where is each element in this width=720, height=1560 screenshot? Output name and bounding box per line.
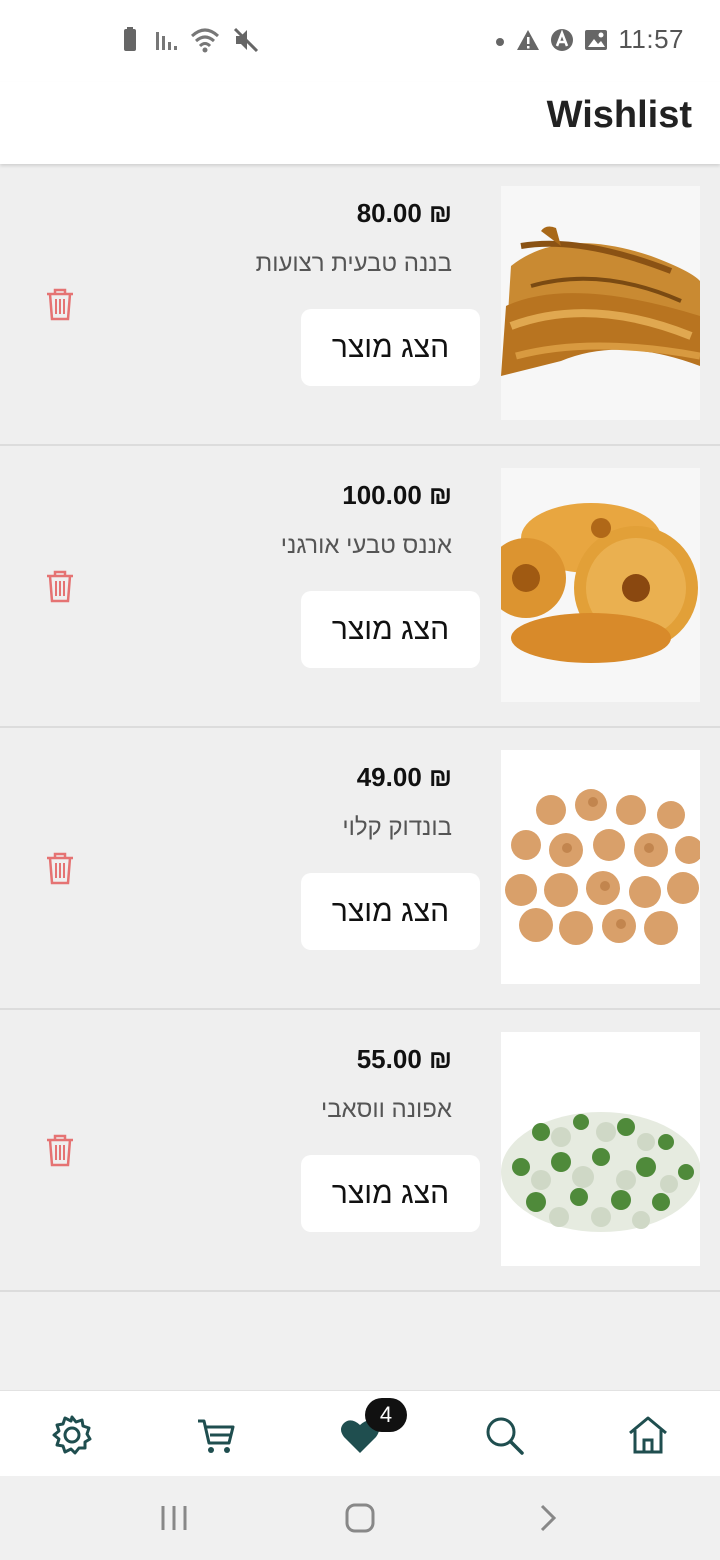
trash-icon[interactable] <box>44 286 76 322</box>
wishlist-item: ₪ 55.00 אפונה ווסאבי הצג מוצר <box>0 1010 720 1292</box>
trash-icon[interactable] <box>44 1132 76 1168</box>
status-time: 11:57 <box>618 24 684 54</box>
wishlist-item: ₪ 80.00 בננה טבעית רצועות הצג מוצר <box>0 164 720 446</box>
wasabi-peas-image[interactable] <box>501 1032 700 1266</box>
home-icon[interactable] <box>624 1411 672 1459</box>
product-price: ₪ 55.00 <box>356 1044 452 1074</box>
battery-icon <box>124 27 136 51</box>
view-product-button[interactable]: הצג מוצר <box>301 309 480 386</box>
cart-icon[interactable] <box>192 1411 240 1459</box>
wishlist-item: ₪ 49.00 בונדוק קלוי הצג מוצר <box>0 728 720 1010</box>
wifi-icon <box>190 28 220 53</box>
home-button-icon[interactable] <box>344 1502 376 1534</box>
image-icon <box>585 29 608 50</box>
status-icons-right: 11:57 <box>494 24 684 55</box>
recent-apps-icon[interactable] <box>158 1502 190 1534</box>
dried-banana-image[interactable] <box>501 186 700 420</box>
view-product-button[interactable]: הצג מוצר <box>301 1155 480 1232</box>
a-badge-icon <box>551 28 574 51</box>
wishlist-item: ₪ 100.00 אננס טבעי אורגני הצג מוצר <box>0 446 720 728</box>
product-price: ₪ 100.00 <box>342 480 452 510</box>
bottom-nav <box>0 1390 720 1476</box>
system-nav <box>0 1476 720 1560</box>
product-name: אננס טבעי אורגני <box>280 532 452 559</box>
product-name: אפונה ווסאבי <box>320 1096 452 1123</box>
signal-icon <box>156 32 177 50</box>
wishlist-count-badge: 4 <box>365 1398 407 1432</box>
mute-icon <box>233 27 259 53</box>
back-icon[interactable] <box>532 1502 564 1534</box>
search-icon[interactable] <box>480 1411 528 1459</box>
settings-icon[interactable] <box>48 1411 96 1459</box>
view-product-button[interactable]: הצג מוצר <box>301 873 480 950</box>
product-name: בונדוק קלוי <box>342 814 452 841</box>
status-bar: 11:57 <box>0 0 720 82</box>
product-price: ₪ 49.00 <box>356 762 452 792</box>
product-price: ₪ 80.00 <box>356 198 452 228</box>
status-icons-left <box>118 26 260 54</box>
view-product-button[interactable]: הצג מוצר <box>301 591 480 668</box>
wishlist: ₪ 80.00 בננה טבעית רצועות הצג מוצר ₪ 100… <box>0 164 720 1292</box>
page-title: Wishlist <box>546 94 692 136</box>
product-name: בננה טבעית רצועות <box>255 250 452 277</box>
dried-pineapple-image[interactable] <box>501 468 700 702</box>
trash-icon[interactable] <box>44 568 76 604</box>
dot-icon <box>496 37 505 46</box>
warning-icon <box>517 29 540 50</box>
roasted-peanuts-image[interactable] <box>501 750 700 984</box>
trash-icon[interactable] <box>44 850 76 886</box>
app-header: Wishlist <box>0 82 720 164</box>
